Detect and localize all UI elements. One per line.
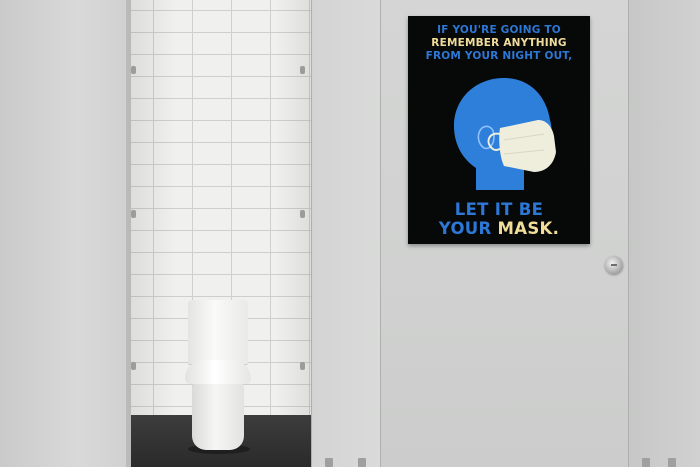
glass-clip [300,66,305,74]
glass-clip [131,210,136,218]
poster-word-mask: MASK. [497,219,560,238]
glass-clip [131,66,136,74]
panel-seam [380,0,381,467]
poster-bottom-line-2: YOUR MASK. [408,219,590,239]
head-with-face-mask-icon [454,78,556,190]
partition-foot [642,458,650,467]
poster-top-line-2: REMEMBER ANYTHING [431,37,567,49]
mask-poster: IF YOU'RE GOING TO REMEMBER ANYTHING FRO… [408,16,590,244]
partition-edge [126,0,131,467]
middle-pilaster [311,0,380,467]
glass-clip [300,362,305,370]
partition-foot [668,458,676,467]
left-stall-partition [0,0,131,467]
glass-clip [300,210,305,218]
restroom-scene: IF YOU'RE GOING TO REMEMBER ANYTHING FRO… [0,0,700,467]
panel-seam [311,0,312,467]
partition-foot [325,458,333,467]
toilet-base [192,382,244,450]
poster-word-your: YOUR [438,219,492,238]
poster-top-line-1: IF YOU'RE GOING TO [437,24,561,36]
panel-seam [628,0,629,467]
poster-bottom-line-1: LET IT BE [454,200,544,219]
partition-foot [358,458,366,467]
lock-slot [611,264,617,266]
toilet-lid [185,360,251,384]
right-stall-partition [628,0,700,467]
glass-clip [131,362,136,370]
toilet-tank [188,300,248,364]
poster-top-line-3: FROM YOUR NIGHT OUT, [425,50,573,62]
